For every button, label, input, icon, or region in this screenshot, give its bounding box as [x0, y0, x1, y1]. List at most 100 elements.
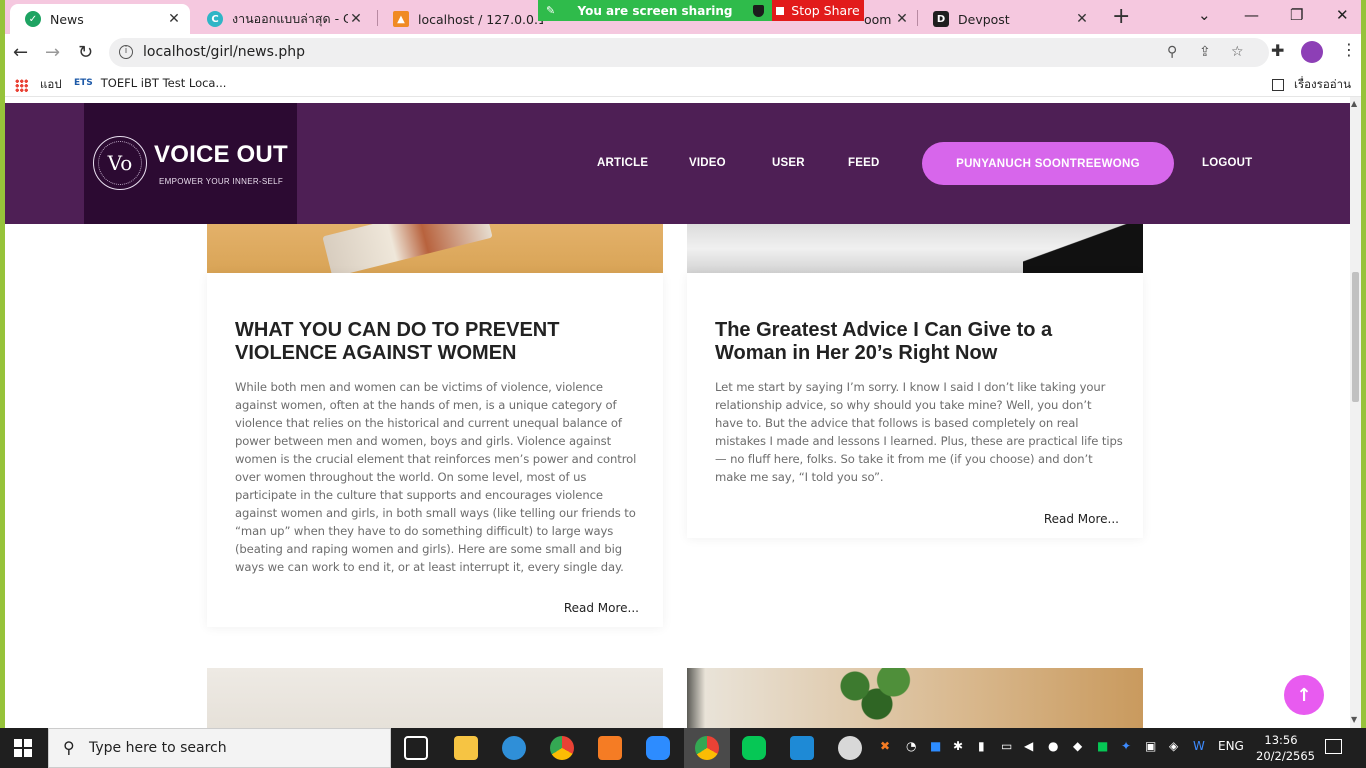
zoom-tray-icon[interactable]: ■ [930, 739, 941, 753]
restore-icon[interactable]: ❐ [1290, 6, 1303, 24]
nav-feed[interactable]: FEED [848, 157, 879, 169]
clock-date: 20/2/2565 [1256, 749, 1315, 763]
read-more-link[interactable]: Read More... [564, 601, 639, 615]
zoom-icon[interactable]: ⚲ [1167, 44, 1177, 60]
apps-grid-icon [15, 78, 28, 92]
reading-list-label: เรื่องรออ่าน [1294, 77, 1351, 91]
article-image[interactable] [687, 224, 1143, 273]
article-title[interactable]: The Greatest Advice I Can Give to a Woma… [715, 319, 1125, 365]
url-text[interactable]: localhost/girl/news.php [143, 44, 305, 60]
word-icon[interactable]: W [1193, 739, 1205, 753]
page-viewport: WHAT YOU CAN DO TO PREVENT VIOLENCE AGAI… [5, 97, 1350, 728]
bookmark-star-icon[interactable]: ☆ [1231, 44, 1244, 60]
xampp-icon[interactable] [598, 736, 622, 760]
article-excerpt: While both men and women can be victims … [235, 380, 637, 574]
tab-devpost[interactable]: D Devpost ✕ [918, 4, 1098, 34]
nav-video[interactable]: VIDEO [689, 157, 726, 169]
vscode-icon[interactable] [790, 736, 814, 760]
close-tab-icon[interactable]: ✕ [166, 11, 182, 27]
line-tray-icon[interactable]: ■ [1097, 739, 1108, 753]
share-icon: ✎ [546, 4, 556, 17]
zoom-app-icon[interactable] [646, 736, 670, 760]
chrome-icon[interactable] [550, 736, 574, 760]
tab-title: งานออกแบบล่าสุด - Canva [232, 11, 348, 26]
reading-list[interactable]: เรื่องรออ่าน [1272, 76, 1351, 94]
nav-logout[interactable]: LOGOUT [1202, 157, 1252, 169]
tab-canva[interactable]: C งานออกแบบล่าสุด - Canva ✕ [192, 4, 372, 34]
article-title[interactable]: WHAT YOU CAN DO TO PREVENT VIOLENCE AGAI… [235, 319, 645, 365]
stop-share-button[interactable]: Stop Share [772, 0, 864, 21]
share-page-icon[interactable]: ⇪ [1199, 44, 1211, 60]
article-card: The Greatest Advice I Can Give to a Woma… [687, 273, 1143, 538]
battery-icon[interactable]: ▭ [1001, 739, 1012, 753]
site-info-icon[interactable]: i [119, 45, 133, 59]
canva-icon: C [207, 11, 223, 27]
task-view-icon[interactable] [404, 736, 428, 760]
logo-emblem: Vo [93, 136, 147, 190]
security-icon[interactable]: ◆ [1073, 739, 1082, 753]
new-tab-button[interactable]: + [1112, 4, 1130, 29]
devpost-icon: D [933, 11, 949, 27]
taskbar-search[interactable]: ⚲ Type here to search [48, 728, 391, 768]
windows-start-icon[interactable] [14, 739, 32, 757]
forward-arrow-icon[interactable]: → [45, 42, 60, 63]
bookmark-apps[interactable]: แอป [15, 76, 62, 94]
stop-share-label: Stop Share [791, 3, 860, 18]
network-icon[interactable]: ◔ [906, 739, 916, 753]
search-icon: ⚲ [63, 738, 75, 757]
extensions-puzzle-icon[interactable]: ✚ [1271, 41, 1284, 60]
tab-phpmyadmin[interactable]: ▲ localhost / 127.0.0.1 / [378, 4, 543, 34]
taskbar: ⚲ Type here to search ✖ ◔ ■ ✱ ▮ ▭ ◀ ● ◆ … [0, 728, 1366, 768]
display-icon[interactable]: ▣ [1145, 739, 1156, 753]
scroll-to-top-button[interactable]: ↑ [1284, 675, 1324, 715]
bluetooth-icon[interactable]: ✦ [1121, 739, 1131, 753]
close-tab-icon[interactable]: ✕ [894, 11, 910, 27]
clock-time: 13:56 [1264, 733, 1298, 747]
ets-icon: ETS [74, 78, 93, 88]
close-tab-icon[interactable]: ✕ [1074, 11, 1090, 27]
edge-icon[interactable] [502, 736, 526, 760]
bookmark-label: แอป [40, 77, 62, 91]
input-language[interactable]: ENG [1218, 739, 1244, 753]
tab-search-chevron-icon[interactable]: ⌄ [1198, 6, 1211, 24]
network-error-icon[interactable]: ● [1048, 739, 1058, 753]
tab-news[interactable]: ✓ News ✕ [10, 4, 190, 34]
scrollbar-thumb[interactable] [1352, 272, 1359, 402]
volume-icon[interactable]: ◀ [1024, 739, 1033, 753]
article-image[interactable] [207, 668, 663, 728]
close-window-icon[interactable]: ✕ [1336, 6, 1349, 24]
tray-app-icon[interactable]: ✱ [953, 739, 963, 753]
check-circle-icon: ✓ [25, 11, 41, 27]
scroll-down-arrow-icon[interactable]: ▼ [1351, 715, 1357, 724]
arrow-up-icon: ↑ [1296, 684, 1312, 706]
article-image[interactable] [687, 668, 1143, 728]
scroll-up-arrow-icon[interactable]: ▲ [1351, 99, 1357, 108]
paint-icon[interactable] [838, 736, 862, 760]
user-profile-button[interactable]: PUNYANUCH SOONTREEWONG [922, 142, 1174, 185]
microphone-icon[interactable]: ▮ [978, 739, 985, 753]
article-card: WHAT YOU CAN DO TO PREVENT VIOLENCE AGAI… [207, 273, 663, 627]
reload-icon[interactable]: ↻ [78, 42, 93, 63]
kebab-menu-icon[interactable]: ⋮ [1341, 40, 1357, 59]
nav-user[interactable]: USER [772, 157, 805, 169]
system-clock[interactable]: 13:56 20/2/2565 [1256, 732, 1315, 764]
profile-avatar[interactable] [1301, 41, 1323, 63]
article-image[interactable] [207, 224, 663, 273]
line-icon[interactable] [742, 736, 766, 760]
omnibox[interactable]: i localhost/girl/news.php ⚲ ⇪ ☆ [109, 38, 1269, 67]
nav-article[interactable]: ARTICLE [597, 157, 648, 169]
file-explorer-icon[interactable] [454, 736, 478, 760]
close-tab-icon[interactable]: ✕ [348, 11, 364, 27]
notification-icon[interactable] [1325, 739, 1342, 754]
tab-title: oom [864, 11, 892, 27]
site-logo[interactable]: Vo VOICE OUT EMPOWER YOUR INNER-SELF [84, 103, 297, 224]
read-more-link[interactable]: Read More... [1044, 512, 1119, 526]
tab-title: News [50, 11, 84, 27]
minimize-icon[interactable]: — [1244, 6, 1259, 24]
bookmark-toefl[interactable]: ETS TOEFL iBT Test Loca... [74, 76, 226, 90]
wifi-icon[interactable]: ◈ [1169, 739, 1178, 753]
chrome-profile-icon[interactable] [695, 736, 719, 760]
back-arrow-icon[interactable]: ← [13, 42, 28, 63]
xampp-tray-icon[interactable]: ✖ [880, 739, 890, 753]
page-scrollbar[interactable]: ▲ ▼ [1350, 97, 1361, 728]
